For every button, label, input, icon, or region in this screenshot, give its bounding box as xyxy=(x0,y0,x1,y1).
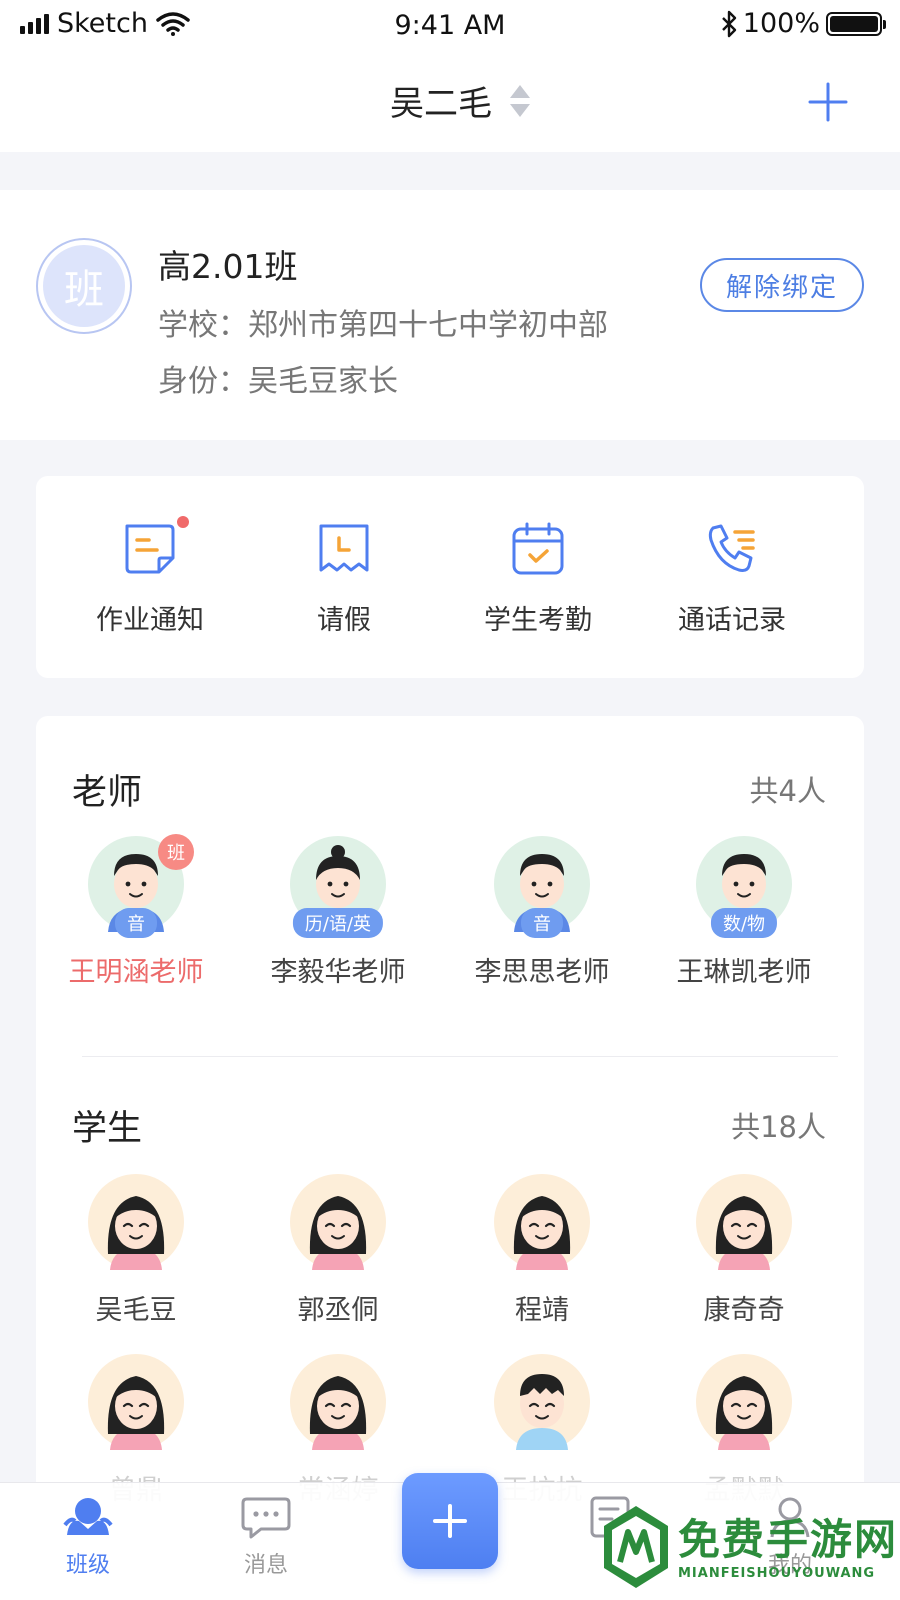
teacher-name: 李毅华老师 xyxy=(270,957,406,988)
nav-bar: 吴二毛 xyxy=(0,52,900,152)
teacher-name: 王明涵老师 xyxy=(68,957,204,988)
unbind-button[interactable]: 解除绑定 xyxy=(700,258,864,312)
teacher-name: 李思思老师 xyxy=(474,957,610,988)
watermark-logo xyxy=(604,1506,668,1588)
battery-icon xyxy=(826,11,886,36)
add-icon[interactable] xyxy=(808,82,848,122)
function-homework[interactable]: 作业通知 xyxy=(50,516,250,637)
student-name: 程靖 xyxy=(515,1295,569,1326)
function-label: 请假 xyxy=(317,605,371,636)
student-item[interactable]: 吴毛豆 xyxy=(36,1174,236,1327)
class-icon xyxy=(63,1498,113,1535)
student-item[interactable]: 康奇奇 xyxy=(644,1174,844,1327)
people-card: 老师 共4人 音班王明涵老师 历/语/英 李毅华老师音李思思老师 数/物 王琳凯老师 学… xyxy=(36,716,864,1600)
teacher-item[interactable]: 数/物王琳凯老师 xyxy=(644,836,844,989)
function-attendance[interactable]: 学生考勤 xyxy=(438,520,638,637)
function-leave[interactable]: 请假 xyxy=(244,520,444,637)
class-role: 身份：吴毛豆家长 xyxy=(158,364,398,399)
status-bar: Sketch 9:41 AM 100% xyxy=(0,0,900,52)
section-divider xyxy=(82,1056,838,1057)
teachers-title: 老师 xyxy=(72,773,143,813)
status-right: 100% xyxy=(721,8,886,39)
teacher-item[interactable]: 音班王明涵老师 xyxy=(36,834,236,989)
subject-badge: 音 xyxy=(521,908,563,938)
student-name: 康奇奇 xyxy=(703,1295,785,1326)
teacher-avatar: 音班 xyxy=(88,834,194,938)
student-name: 吴毛豆 xyxy=(95,1295,177,1326)
function-label: 通话记录 xyxy=(678,605,786,636)
student-avatar xyxy=(88,1174,184,1270)
bluetooth-icon xyxy=(721,10,736,37)
student-avatar xyxy=(494,1354,590,1450)
teacher-avatar: 历/语/英 xyxy=(290,836,386,938)
teacher-item[interactable]: 历/语/英李毅华老师 xyxy=(238,836,438,989)
student-name: 郭丞侗 xyxy=(297,1295,379,1326)
student-avatar xyxy=(696,1354,792,1450)
watermark-cn: 免费手游网 xyxy=(678,1515,899,1564)
watermark: 免费手游网 MIANFEISHOUYOUWANG xyxy=(600,1500,900,1600)
subject-badge: 数/物 xyxy=(710,908,778,938)
message-icon xyxy=(241,1497,291,1539)
students-title: 学生 xyxy=(72,1109,143,1149)
teacher-name: 王琳凯老师 xyxy=(676,957,812,988)
function-label: 学生考勤 xyxy=(484,605,592,636)
tab-label: 班级 xyxy=(65,1553,110,1578)
student-avatar xyxy=(290,1174,386,1270)
class-avatar: 班 xyxy=(36,238,132,334)
publish-button[interactable] xyxy=(402,1473,498,1569)
head-teacher-badge: 班 xyxy=(158,834,194,870)
teacher-avatar: 数/物 xyxy=(696,836,792,938)
battery-percent: 100% xyxy=(742,8,820,39)
child-switcher[interactable]: 吴二毛 xyxy=(390,76,530,125)
homework-notice-icon xyxy=(121,516,189,578)
tab-messages[interactable]: 消息 xyxy=(206,1495,326,1579)
switch-arrows-icon xyxy=(510,84,530,117)
calendar-attendance-icon xyxy=(509,520,567,578)
class-school: 学校：郑州市第四十七中学初中部 xyxy=(158,308,608,343)
tab-class[interactable]: 班级 xyxy=(28,1495,148,1579)
class-name: 高2.01班 xyxy=(158,247,298,286)
subject-badge: 音 xyxy=(115,908,157,938)
function-grid: 作业通知 请假 学生考勤 通话记录 xyxy=(36,476,864,678)
student-item[interactable]: 程靖 xyxy=(442,1174,642,1327)
teachers-count: 共4人 xyxy=(749,774,826,808)
student-avatar xyxy=(88,1354,184,1450)
function-call-log[interactable]: 通话记录 xyxy=(632,520,832,637)
watermark-en: MIANFEISHOUYOUWANG xyxy=(678,1566,876,1581)
nav-title: 吴二毛 xyxy=(390,84,492,124)
phone-log-icon xyxy=(703,520,761,578)
plus-icon xyxy=(433,1504,467,1538)
teacher-avatar: 音 xyxy=(494,836,590,938)
teacher-item[interactable]: 音李思思老师 xyxy=(442,836,642,989)
subject-badge: 历/语/英 xyxy=(292,908,384,938)
student-avatar xyxy=(696,1174,792,1270)
students-count: 共18人 xyxy=(731,1110,826,1144)
student-avatar xyxy=(494,1174,590,1270)
function-label: 作业通知 xyxy=(96,605,204,636)
class-info-card: 班 高2.01班 学校：郑州市第四十七中学初中部 身份：吴毛豆家长 解除绑定 xyxy=(0,190,900,440)
leave-request-icon xyxy=(315,520,373,578)
student-item[interactable]: 郭丞侗 xyxy=(238,1174,438,1327)
notification-dot xyxy=(177,516,189,528)
class-avatar-text: 班 xyxy=(43,245,125,327)
tab-label: 消息 xyxy=(243,1553,288,1578)
student-avatar xyxy=(290,1354,386,1450)
